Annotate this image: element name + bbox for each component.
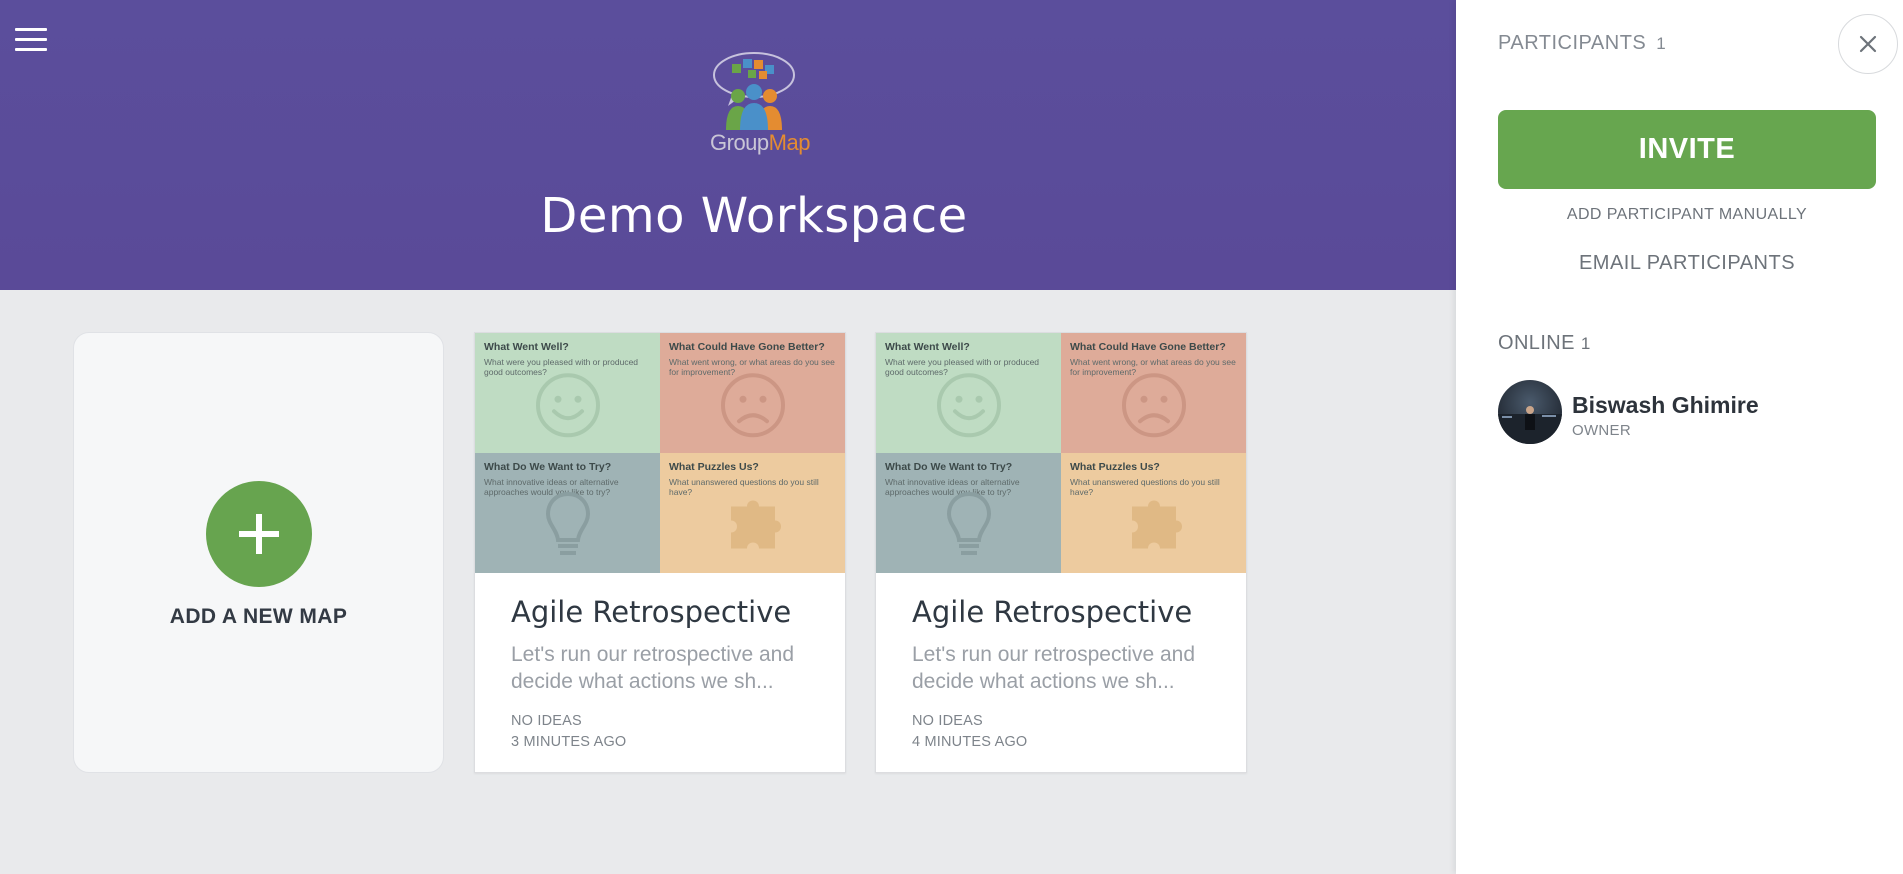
participants-panel: PARTICIPANTS 1 INVITE ADD PARTICIPANT MAN… <box>1456 0 1903 874</box>
participant-item[interactable]: Biswash Ghimire OWNER <box>1498 380 1876 446</box>
quadrant-puzzles: What Puzzles Us? What unanswered questio… <box>660 453 845 573</box>
map-title: Agile Retrospective <box>912 595 1193 629</box>
close-panel-button[interactable] <box>1838 14 1898 74</box>
user-photo <box>1498 406 1562 444</box>
map-card[interactable]: What Went Well? What were you pleased wi… <box>875 332 1247 773</box>
quadrant-want-to-try: What Do We Want to Try? What innovative … <box>475 453 660 573</box>
map-card[interactable]: What Went Well? What were you pleased wi… <box>474 332 846 773</box>
close-icon <box>1859 35 1877 53</box>
quadrant-title: What Went Well? <box>885 341 970 353</box>
map-description: Let's run our retrospective and decide w… <box>511 641 809 695</box>
workspace-title: Demo Workspace <box>540 188 968 244</box>
quadrant-title: What Puzzles Us? <box>1070 461 1160 473</box>
add-map-label: ADD A NEW MAP <box>169 605 348 628</box>
online-label: ONLINE <box>1498 332 1575 354</box>
quadrant-title: What Went Well? <box>484 341 569 353</box>
avatar <box>1498 380 1562 444</box>
map-thumbnail: What Went Well? What were you pleased wi… <box>475 333 845 573</box>
online-header: ONLINE 1 <box>1498 332 1591 355</box>
sad-face-icon <box>720 373 785 438</box>
participant-role: OWNER <box>1572 422 1631 439</box>
quadrant-title: What Do We Want to Try? <box>484 461 612 473</box>
map-description-line: decide what actions we sh... <box>511 670 774 693</box>
smiley-icon <box>535 373 600 438</box>
add-participant-manually-link[interactable]: ADD PARTICIPANT MANUALLY <box>1498 206 1876 224</box>
map-description-line: Let's run our retrospective and <box>912 643 1195 666</box>
logo-text-group: Group <box>710 130 769 155</box>
quadrant-title: What Puzzles Us? <box>669 461 759 473</box>
lightbulb-icon <box>545 491 590 555</box>
participants-label: PARTICIPANTS <box>1498 32 1647 54</box>
map-description: Let's run our retrospective and decide w… <box>912 641 1210 695</box>
plus-icon <box>239 514 279 554</box>
map-title: Agile Retrospective <box>511 595 792 629</box>
add-new-map-card[interactable]: ADD A NEW MAP <box>73 332 444 773</box>
quadrant-title: What Could Have Gone Better? <box>1070 341 1226 353</box>
map-thumbnail: What Went Well? What were you pleased wi… <box>876 333 1246 573</box>
sad-face-icon <box>1121 373 1186 438</box>
smiley-icon <box>936 373 1001 438</box>
add-map-button[interactable] <box>206 481 312 587</box>
quadrant-went-well: What Went Well? What were you pleased wi… <box>876 333 1061 453</box>
logo-people-icon <box>713 52 795 130</box>
participants-count: 1 <box>1656 34 1667 53</box>
quadrant-title: What Could Have Gone Better? <box>669 341 825 353</box>
puzzle-icon <box>730 500 781 549</box>
online-count: 1 <box>1580 334 1591 353</box>
lightbulb-icon <box>946 491 991 555</box>
map-timestamp: 3 MINUTES AGO <box>511 734 627 750</box>
groupmap-logo: GroupMap <box>710 50 810 158</box>
map-meta: NO IDEAS 4 MINUTES AGO <box>912 711 1210 753</box>
map-description-line: decide what actions we sh... <box>912 670 1175 693</box>
map-timestamp: 4 MINUTES AGO <box>912 734 1028 750</box>
map-meta: NO IDEAS 3 MINUTES AGO <box>511 711 809 753</box>
quadrant-puzzles: What Puzzles Us? What unanswered questio… <box>1061 453 1246 573</box>
hamburger-menu-icon[interactable] <box>15 28 47 54</box>
email-participants-link[interactable]: EMAIL PARTICIPANTS <box>1498 252 1876 275</box>
quadrant-title: What Do We Want to Try? <box>885 461 1013 473</box>
participant-name: Biswash Ghimire <box>1572 392 1759 418</box>
logo-text-map: Map <box>768 130 811 155</box>
logo-text: GroupMap <box>710 130 810 156</box>
map-ideas-count: NO IDEAS <box>912 713 983 729</box>
invite-button[interactable]: INVITE <box>1498 110 1876 189</box>
quadrant-gone-better: What Could Have Gone Better? What went w… <box>660 333 845 453</box>
quadrant-gone-better: What Could Have Gone Better? What went w… <box>1061 333 1246 453</box>
map-description-line: Let's run our retrospective and <box>511 643 794 666</box>
map-card-body: Agile Retrospective Let's run our retros… <box>876 573 1246 772</box>
quadrant-want-to-try: What Do We Want to Try? What innovative … <box>876 453 1061 573</box>
main-area: GroupMap Demo Workspace ADD A NEW MAP Wh… <box>0 0 1456 874</box>
workspace-header: GroupMap Demo Workspace <box>0 0 1456 290</box>
participants-header: PARTICIPANTS 1 <box>1498 32 1666 55</box>
puzzle-icon <box>1131 500 1182 549</box>
map-ideas-count: NO IDEAS <box>511 713 582 729</box>
quadrant-went-well: What Went Well? What were you pleased wi… <box>475 333 660 453</box>
map-card-body: Agile Retrospective Let's run our retros… <box>475 573 845 772</box>
